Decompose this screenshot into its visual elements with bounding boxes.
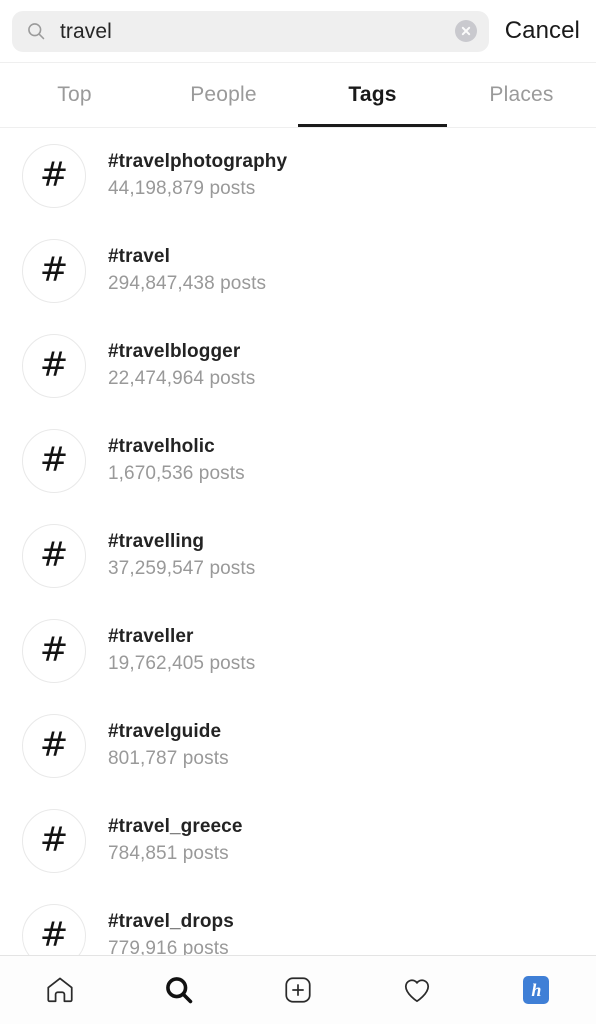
tag-name: #travelholic bbox=[108, 435, 215, 457]
tag-post-count: 1,670,536 posts bbox=[108, 462, 245, 484]
tag-post-count: 19,762,405 posts bbox=[108, 652, 256, 674]
tag-post-count: 294,847,438 posts bbox=[108, 272, 267, 294]
tag-name: #travelguide bbox=[108, 720, 222, 742]
add-post-icon bbox=[285, 977, 311, 1003]
tag-post-count: 44,198,879 posts bbox=[108, 177, 256, 199]
hashtag-glyph: # bbox=[39, 629, 69, 670]
tab-people[interactable]: People bbox=[149, 63, 298, 127]
tag-post-count: 801,787 posts bbox=[108, 747, 229, 769]
hashtag-glyph: # bbox=[39, 439, 69, 480]
hashtag-icon: # bbox=[22, 618, 86, 683]
list-item[interactable]: # #travelphotography 44,198,879 posts bbox=[0, 128, 596, 223]
tag-text: #travelholic 1,670,536 posts bbox=[108, 435, 580, 487]
hashtag-glyph: # bbox=[39, 344, 69, 385]
tag-text: #travelguide 801,787 posts bbox=[108, 720, 580, 772]
tag-text: #traveller 19,762,405 posts bbox=[108, 625, 580, 677]
tag-name: #travelling bbox=[108, 530, 205, 552]
nav-add-post[interactable] bbox=[238, 956, 357, 1024]
list-item[interactable]: # #travelling 37,259,547 posts bbox=[0, 508, 596, 603]
cancel-button[interactable]: Cancel bbox=[489, 17, 584, 45]
hashtag-icon: # bbox=[22, 808, 86, 873]
tab-places[interactable]: Places bbox=[447, 63, 596, 127]
nav-home[interactable] bbox=[0, 956, 119, 1024]
tag-post-count: 784,851 posts bbox=[108, 842, 229, 864]
tag-name: #travelblogger bbox=[108, 340, 241, 362]
tag-text: #travelblogger 22,474,964 posts bbox=[108, 340, 580, 392]
tag-name: #travel_drops bbox=[108, 910, 234, 932]
hashtag-icon: # bbox=[22, 333, 86, 398]
tab-places-label: Places bbox=[489, 83, 554, 106]
tab-top[interactable]: Top bbox=[0, 63, 149, 127]
heart-icon bbox=[405, 979, 430, 1003]
tag-post-count: 779,916 posts bbox=[108, 937, 229, 955]
tab-tags-label: Tags bbox=[348, 83, 397, 106]
hashtag-icon: # bbox=[22, 523, 86, 588]
profile-avatar: h bbox=[523, 976, 550, 1004]
list-item[interactable]: # #travelblogger 22,474,964 posts bbox=[0, 318, 596, 413]
tag-name: #travelphotography bbox=[108, 150, 288, 172]
search-input[interactable]: travel bbox=[12, 10, 489, 52]
list-item[interactable]: # #travelholic 1,670,536 posts bbox=[0, 413, 596, 508]
list-item[interactable]: # #travel_drops 779,916 posts bbox=[0, 888, 596, 955]
nav-activity[interactable] bbox=[358, 956, 477, 1024]
profile-avatar-letter: h bbox=[531, 980, 542, 1000]
bottom-navigation-bar: h bbox=[0, 955, 596, 1024]
tag-name: #traveller bbox=[108, 625, 194, 647]
hashtag-glyph: # bbox=[39, 914, 69, 955]
home-icon bbox=[46, 977, 73, 1003]
hashtag-glyph: # bbox=[39, 724, 69, 765]
hashtag-icon: # bbox=[22, 428, 86, 493]
tag-name: #travel bbox=[108, 245, 170, 267]
hashtag-glyph: # bbox=[39, 154, 69, 195]
list-item[interactable]: # #travel 294,847,438 posts bbox=[0, 223, 596, 318]
search-tabs: Top People Tags Places bbox=[0, 62, 596, 128]
tag-text: #travelling 37,259,547 posts bbox=[108, 530, 580, 582]
tag-post-count: 22,474,964 posts bbox=[108, 367, 256, 389]
hashtag-icon: # bbox=[22, 903, 86, 955]
tab-people-label: People bbox=[190, 83, 257, 106]
tab-tags[interactable]: Tags bbox=[298, 63, 447, 127]
search-header: travel Cancel bbox=[0, 0, 596, 62]
search-icon bbox=[28, 23, 45, 40]
hashtag-icon: # bbox=[22, 238, 86, 303]
search-icon bbox=[165, 977, 193, 1004]
tag-text: #travelphotography 44,198,879 posts bbox=[108, 150, 580, 202]
list-item[interactable]: # #travelguide 801,787 posts bbox=[0, 698, 596, 793]
hashtag-glyph: # bbox=[39, 819, 69, 860]
hashtag-icon: # bbox=[22, 713, 86, 778]
nav-search[interactable] bbox=[119, 956, 238, 1024]
tag-text: #travel_greece 784,851 posts bbox=[108, 815, 580, 867]
search-input-value: travel bbox=[60, 20, 112, 42]
instagram-search-screen: travel Cancel Top People Tags Places # #… bbox=[0, 0, 596, 1024]
tag-text: #travel 294,847,438 posts bbox=[108, 245, 580, 297]
hashtag-glyph: # bbox=[39, 249, 69, 290]
tag-post-count: 37,259,547 posts bbox=[108, 557, 256, 579]
clear-search-icon[interactable] bbox=[454, 20, 477, 42]
list-item[interactable]: # #travel_greece 784,851 posts bbox=[0, 793, 596, 888]
tag-name: #travel_greece bbox=[108, 815, 243, 837]
hashtag-icon: # bbox=[22, 143, 86, 208]
hashtag-glyph: # bbox=[39, 534, 69, 575]
list-item[interactable]: # #traveller 19,762,405 posts bbox=[0, 603, 596, 698]
tag-text: #travel_drops 779,916 posts bbox=[108, 910, 580, 955]
tab-top-label: Top bbox=[57, 83, 92, 106]
nav-profile[interactable]: h bbox=[477, 956, 596, 1024]
tag-results-list[interactable]: # #travelphotography 44,198,879 posts # … bbox=[0, 128, 596, 955]
